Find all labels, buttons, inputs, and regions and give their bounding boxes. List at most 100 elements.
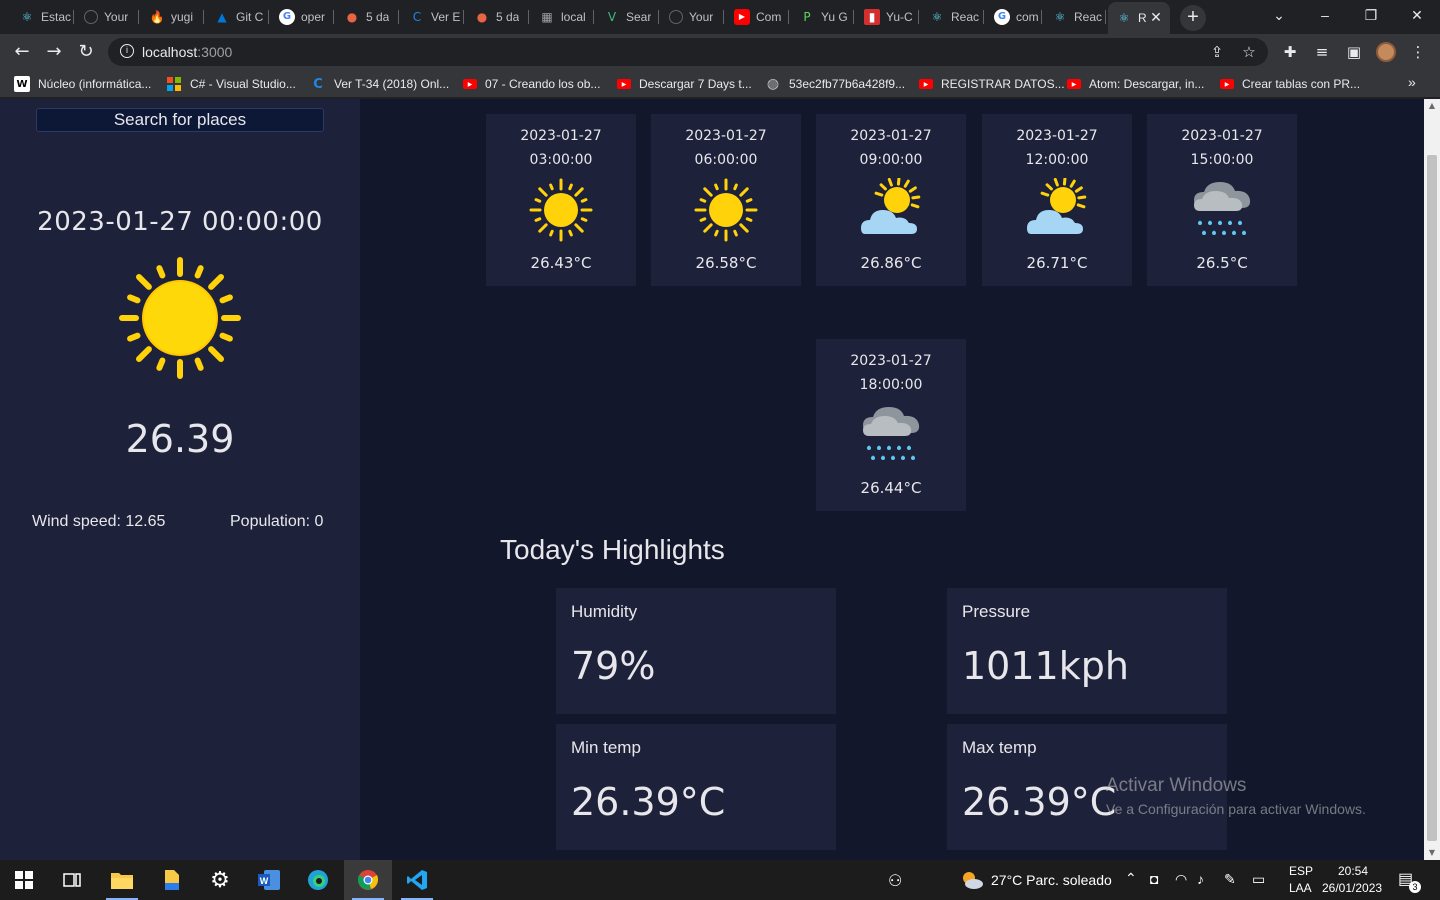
edge-icon[interactable]	[294, 860, 342, 900]
tab-title: Ver E	[431, 10, 461, 24]
azure-icon: ▲	[217, 10, 227, 24]
word-icon[interactable]: W	[245, 860, 293, 900]
tab-title: local	[561, 10, 586, 24]
reload-icon[interactable]: ↻	[74, 40, 98, 64]
keyboard-icon[interactable]: ▭	[1252, 871, 1265, 900]
browser-tab[interactable]: ● Your	[661, 4, 724, 30]
start-icon[interactable]	[0, 860, 48, 900]
chevron-up-icon[interactable]: ⌃	[1125, 870, 1137, 900]
minimize-icon[interactable]: –	[1302, 0, 1348, 30]
react-icon: ⚛	[1118, 11, 1130, 25]
new-tab-button[interactable]: +	[1180, 5, 1206, 31]
forward-icon[interactable]: →	[42, 40, 66, 64]
bookmark-item[interactable]: ▶ REGISTRAR DATOS...	[919, 75, 1065, 93]
profile-avatar[interactable]	[1376, 42, 1396, 62]
bookmark-item[interactable]: ◍ 53ec2fb77b6a428f9...	[765, 75, 905, 93]
side-panel-icon[interactable]: ▣	[1345, 43, 1363, 61]
p-icon: P	[803, 10, 811, 24]
bookmark-label: C# - Visual Studio...	[190, 77, 296, 91]
tab-search-icon[interactable]: ⌄	[1256, 0, 1302, 30]
scrollbar-thumb[interactable]	[1427, 155, 1437, 841]
browser-tab[interactable]: V Sear	[596, 4, 659, 30]
browser-tab[interactable]: ▮ Yu-C	[856, 4, 919, 30]
svg-text:W: W	[260, 876, 269, 886]
browser-tab[interactable]: ▶ Com	[726, 4, 789, 30]
scroll-down-icon[interactable]: ▼	[1424, 846, 1440, 860]
address-bar[interactable]: i localhost:3000 ⇪ ☆	[108, 38, 1268, 66]
tab-title: 5 da	[366, 10, 390, 24]
forecast-temperature: 26.58°C	[695, 254, 757, 272]
weather-icon: ●	[346, 10, 358, 24]
browser-tab[interactable]: Goper	[271, 4, 334, 30]
clock-date[interactable]: 26/01/2023	[1322, 881, 1382, 900]
menu-icon[interactable]: ⋮	[1409, 43, 1427, 61]
forecast-date: 2023-01-27	[1016, 128, 1098, 144]
browser-tab[interactable]: 🔥 yugi	[141, 4, 204, 30]
browser-tab[interactable]: ⚛ Estac	[11, 4, 74, 30]
sun-icon	[529, 178, 593, 242]
bookmark-item[interactable]: ▶ Atom: Descargar, in...	[1067, 75, 1204, 93]
scroll-up-icon[interactable]: ▲	[1424, 99, 1440, 113]
file-icon[interactable]	[148, 860, 196, 900]
github-icon: ●	[84, 10, 98, 24]
min-temp-value: 26.39°C	[571, 780, 726, 824]
back-icon[interactable]: ←	[10, 40, 34, 64]
url-text[interactable]: localhost:3000	[142, 44, 232, 60]
forecast-card: 2023-01-27 15:00:00 26.5°C	[1147, 114, 1297, 286]
volume-icon[interactable]: ♪	[1197, 871, 1204, 900]
weather-widget-text[interactable]: 27°C Parc. soleado	[991, 872, 1112, 900]
meet-now-icon[interactable]: ◘	[1150, 871, 1158, 900]
chrome-icon[interactable]	[344, 860, 392, 900]
browser-tab[interactable]: ▲ Git C	[206, 4, 269, 30]
bookmark-label: Crear tablas con PR...	[1242, 77, 1361, 91]
language-layout[interactable]: LAA	[1289, 881, 1312, 900]
bookmark-star-icon[interactable]: ☆	[1240, 43, 1258, 61]
bookmark-item[interactable]: C# - Visual Studio...	[166, 75, 296, 93]
page-scrollbar[interactable]: ▲ ▼	[1424, 99, 1440, 860]
bookmarks-overflow-button[interactable]: »	[1408, 74, 1416, 90]
main-content: 2023-01-27 03:00:00 26.43°C 2023-01-27 06:00…	[360, 99, 1424, 860]
browser-tab[interactable]: ▦ local	[531, 4, 594, 30]
google-icon: G	[279, 9, 295, 25]
tab-title: yugi	[171, 10, 194, 24]
browser-tab[interactable]: ⚛ Reac	[921, 4, 984, 30]
pressure-label: Pressure	[962, 602, 1031, 621]
share-icon[interactable]: ⇪	[1208, 43, 1226, 61]
react-icon: ⚛	[21, 10, 33, 24]
bookmark-label: REGISTRAR DATOS...	[941, 77, 1065, 91]
browser-tab[interactable]: ● 5 da	[336, 4, 399, 30]
youtube-icon: ▶	[1067, 79, 1081, 89]
forecast-card: 2023-01-27 09:00:00 26.86°C	[816, 114, 966, 286]
site-info-icon[interactable]: i	[120, 44, 134, 58]
media-queue-icon[interactable]: ≡	[1313, 43, 1331, 61]
browser-tab[interactable]: ⚛ R ✕	[1108, 2, 1170, 34]
forecast-date: 2023-01-27	[1181, 128, 1263, 144]
bookmark-item[interactable]: ▶ Crear tablas con PR...	[1220, 75, 1360, 93]
search-places-button[interactable]: Search for places	[36, 108, 324, 132]
bookmark-item[interactable]: ▶ Descargar 7 Days t...	[617, 75, 752, 93]
tab-title: Your	[689, 10, 714, 24]
file-explorer-icon[interactable]	[98, 860, 146, 900]
wifi-icon[interactable]: ◠	[1175, 871, 1187, 900]
extensions-icon[interactable]: ✚	[1281, 43, 1299, 61]
weather-widget-icon[interactable]	[960, 869, 984, 891]
browser-tab[interactable]: P Yu G	[791, 4, 854, 30]
browser-tab[interactable]: ● 5 da	[466, 4, 529, 30]
restore-icon[interactable]: ❐	[1348, 0, 1394, 30]
bookmark-item[interactable]: ▶ 07 - Creando los ob...	[463, 75, 600, 93]
settings-icon[interactable]: ⚙	[196, 860, 244, 900]
browser-tab[interactable]: C Ver E	[401, 4, 464, 30]
close-tab-icon[interactable]: ✕	[1148, 10, 1164, 26]
highlights-title: Today's Highlights	[500, 534, 725, 565]
close-window-icon[interactable]: ✕	[1394, 0, 1440, 30]
bookmark-label: Ver T-34 (2018) Onl...	[334, 77, 450, 91]
task-view-icon[interactable]	[48, 860, 96, 900]
pen-icon[interactable]: ✎	[1224, 871, 1236, 900]
browser-tab[interactable]: ⚛ Reac	[1044, 4, 1106, 30]
browser-tab[interactable]: ● Your	[76, 4, 139, 30]
browser-tab[interactable]: Gcom	[986, 4, 1042, 30]
vscode-icon[interactable]	[393, 860, 441, 900]
people-icon[interactable]: ⚇	[888, 871, 902, 900]
bookmark-item[interactable]: C Ver T-34 (2018) Onl...	[310, 75, 449, 93]
bookmark-item[interactable]: W Núcleo (informática...	[14, 75, 151, 93]
